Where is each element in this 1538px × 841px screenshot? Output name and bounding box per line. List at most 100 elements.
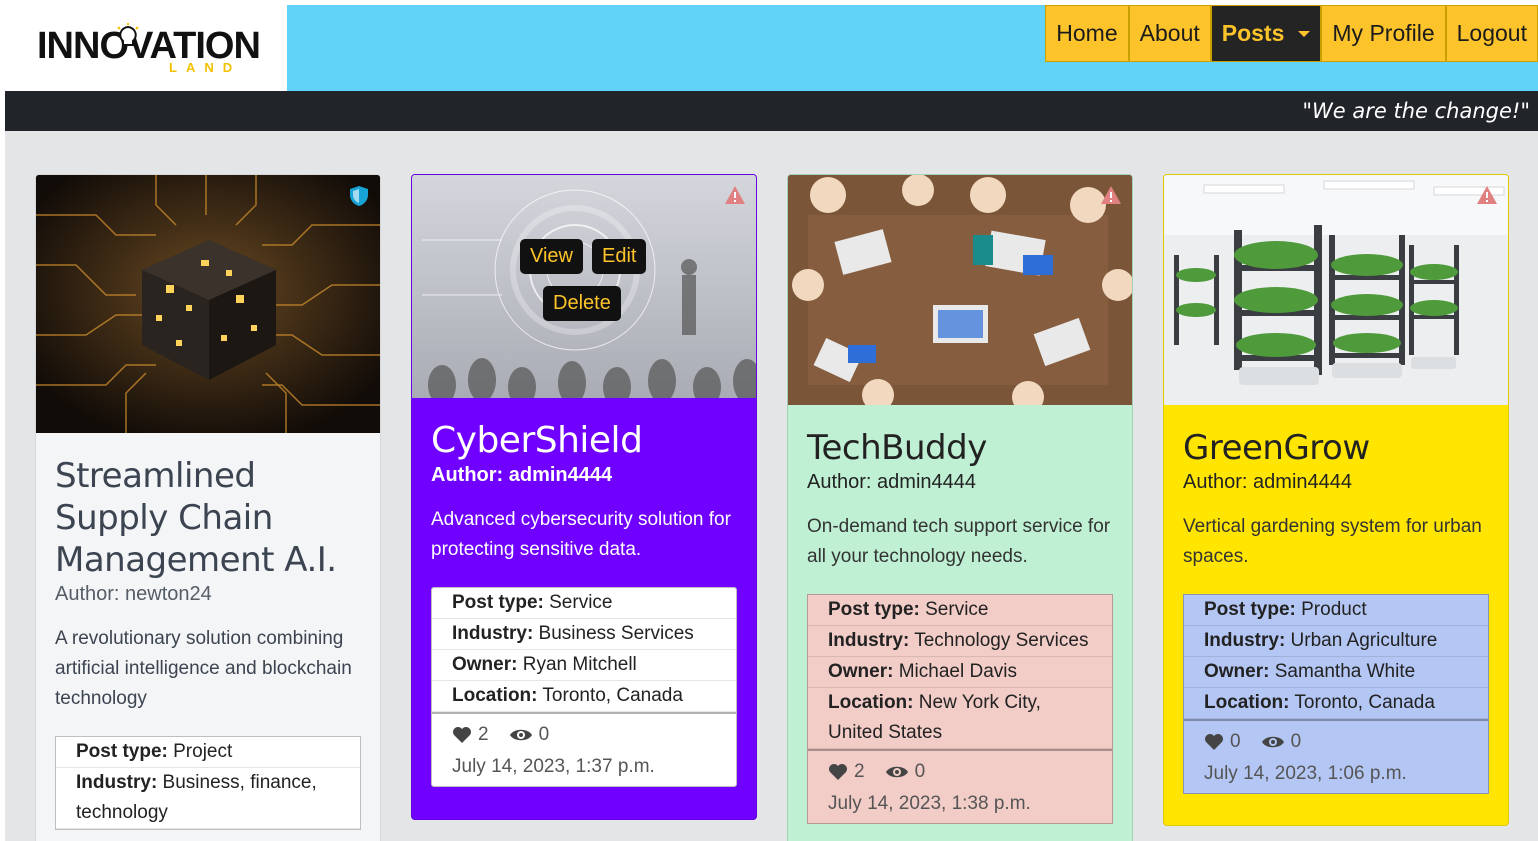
- meta-post-type: Post type: Project: [56, 737, 360, 768]
- nav-posts-dropdown[interactable]: Posts: [1210, 5, 1322, 62]
- nav-about-label: About: [1139, 20, 1200, 46]
- post-description: A revolutionary solution combining artif…: [55, 628, 352, 709]
- view-count: 0: [538, 724, 550, 745]
- post-description: On-demand tech support service for all y…: [807, 516, 1111, 567]
- meta-key: Post type:: [452, 592, 544, 613]
- meta-key: Owner:: [828, 661, 894, 682]
- post-stats: 0 0 July 14, 2023, 1:06 p.m.: [1184, 719, 1488, 793]
- post-title[interactable]: CyberShield: [431, 420, 737, 462]
- meta-key: Location:: [452, 685, 538, 706]
- post-author: Author: admin4444: [431, 464, 613, 486]
- nav-logout-label: Logout: [1456, 20, 1527, 46]
- post-title[interactable]: GreenGrow: [1183, 427, 1489, 469]
- nav-home-label: Home: [1056, 20, 1118, 46]
- post-image[interactable]: View Edit Delete: [412, 175, 756, 398]
- meta-value: Toronto, Canada: [537, 685, 683, 706]
- meta-value: Business Services: [533, 623, 694, 644]
- circuit-cube-image: [36, 175, 380, 433]
- edit-button[interactable]: Edit: [592, 239, 647, 274]
- meta-key: Owner:: [452, 654, 518, 675]
- meta-value: Urban Agriculture: [1285, 630, 1438, 651]
- nav-my-profile[interactable]: My Profile: [1321, 5, 1446, 62]
- meta-post-type: Post type: Service: [808, 595, 1112, 626]
- meta-value: Service: [543, 592, 613, 613]
- eye-icon: [509, 729, 532, 741]
- meta-location: Location: Toronto, Canada: [432, 681, 736, 712]
- post-date: July 14, 2023, 1:38 p.m.: [828, 793, 1031, 814]
- meta-key: Location:: [1204, 692, 1290, 713]
- main-nav: Home About Posts My Profile Logout: [1045, 5, 1538, 62]
- heart-icon[interactable]: [828, 763, 848, 781]
- meta-owner: Owner: Ryan Mitchell: [432, 650, 736, 681]
- meta-key: Location:: [828, 692, 914, 713]
- nav-posts-label: Posts: [1221, 20, 1285, 46]
- nav-my-profile-label: My Profile: [1332, 20, 1435, 46]
- post-meta-list: Post type: Service Industry: Business Se…: [431, 587, 737, 787]
- meta-key: Owner:: [1204, 661, 1270, 682]
- post-meta-list: Post type: Product Industry: Urban Agric…: [1183, 594, 1489, 794]
- nav-logout[interactable]: Logout: [1445, 5, 1538, 62]
- tagline: "We are the change!": [1302, 99, 1530, 123]
- nav-about[interactable]: About: [1128, 5, 1211, 62]
- meta-industry: Industry: Business Services: [432, 619, 736, 650]
- lightbulb-icon: [117, 23, 139, 46]
- meta-post-type: Post type: Service: [432, 588, 736, 619]
- post-title[interactable]: TechBuddy: [807, 427, 1113, 469]
- eye-icon: [1261, 736, 1284, 748]
- view-count: 0: [1290, 731, 1302, 752]
- logo-subtitle: LAND: [169, 60, 242, 75]
- meta-location: Location: New York City, United States: [808, 688, 1112, 749]
- like-count: 0: [1230, 731, 1241, 752]
- view-button[interactable]: View: [520, 239, 583, 274]
- meta-post-type: Post type: Product: [1184, 595, 1488, 626]
- warning-icon: [725, 186, 745, 204]
- app-frame: INNOVATION LAND Home About Posts My Prof…: [5, 5, 1538, 841]
- meta-industry: Industry: Urban Agriculture: [1184, 626, 1488, 657]
- post-description: Advanced cybersecurity solution for prot…: [431, 509, 731, 560]
- meta-industry: Industry: Business, finance, technology: [56, 768, 360, 829]
- heart-icon[interactable]: [1204, 733, 1224, 751]
- meta-owner: Owner: Michael Davis: [808, 657, 1112, 688]
- post-card[interactable]: Streamlined Supply Chain Management A.I.…: [35, 174, 381, 841]
- post-meta-list: Post type: Project Industry: Business, f…: [55, 736, 361, 830]
- post-title[interactable]: Streamlined Supply Chain Management A.I.: [55, 455, 361, 581]
- post-image[interactable]: [36, 175, 380, 433]
- site-header: INNOVATION LAND Home About Posts My Prof…: [5, 5, 1538, 91]
- like-count: 2: [478, 724, 489, 745]
- post-card[interactable]: GreenGrow Author: admin4444 Vertical gar…: [1163, 174, 1509, 826]
- meta-value: Ryan Mitchell: [517, 654, 637, 675]
- post-card[interactable]: TechBuddy Author: admin4444 On-demand te…: [787, 174, 1133, 841]
- post-image[interactable]: [788, 175, 1132, 405]
- logo[interactable]: INNOVATION LAND: [5, 5, 287, 91]
- meta-key: Post type:: [1204, 599, 1296, 620]
- tagline-bar: "We are the change!": [5, 91, 1538, 131]
- chevron-down-icon: [1298, 30, 1311, 37]
- post-card[interactable]: View Edit Delete CyberShield Author: adm…: [411, 174, 757, 820]
- post-author: Author: admin4444: [807, 471, 977, 493]
- post-date: July 14, 2023, 1:06 p.m.: [1204, 763, 1407, 784]
- meta-key: Post type:: [828, 599, 920, 620]
- warning-icon: [1101, 186, 1121, 204]
- post-stats: 2 0 July 14, 2023, 1:37 p.m.: [432, 712, 736, 786]
- post-description: Vertical gardening system for urban spac…: [1183, 516, 1482, 567]
- meta-key: Industry:: [1204, 630, 1286, 651]
- nav-home[interactable]: Home: [1045, 5, 1129, 62]
- meta-value: Technology Services: [909, 630, 1089, 651]
- post-stats: 2 0 July 14, 2023, 1:38 p.m.: [808, 749, 1112, 823]
- post-author: Author: admin4444: [1183, 471, 1353, 493]
- vertical-garden-image: [1164, 175, 1508, 405]
- view-count: 0: [914, 761, 926, 782]
- meta-value: Michael Davis: [893, 661, 1017, 682]
- delete-button[interactable]: Delete: [543, 286, 621, 321]
- meta-key: Industry:: [452, 623, 534, 644]
- post-image[interactable]: [1164, 175, 1508, 405]
- meta-value: Product: [1295, 599, 1367, 620]
- team-desk-image: [788, 175, 1132, 405]
- meta-location: Location: Toronto, Canada: [1184, 688, 1488, 719]
- meta-owner: Owner: Samantha White: [1184, 657, 1488, 688]
- heart-icon[interactable]: [452, 726, 472, 744]
- shield-icon: [350, 186, 368, 206]
- warning-icon: [1477, 186, 1497, 204]
- meta-value: Samantha White: [1269, 661, 1416, 682]
- meta-value: Toronto, Canada: [1289, 692, 1435, 713]
